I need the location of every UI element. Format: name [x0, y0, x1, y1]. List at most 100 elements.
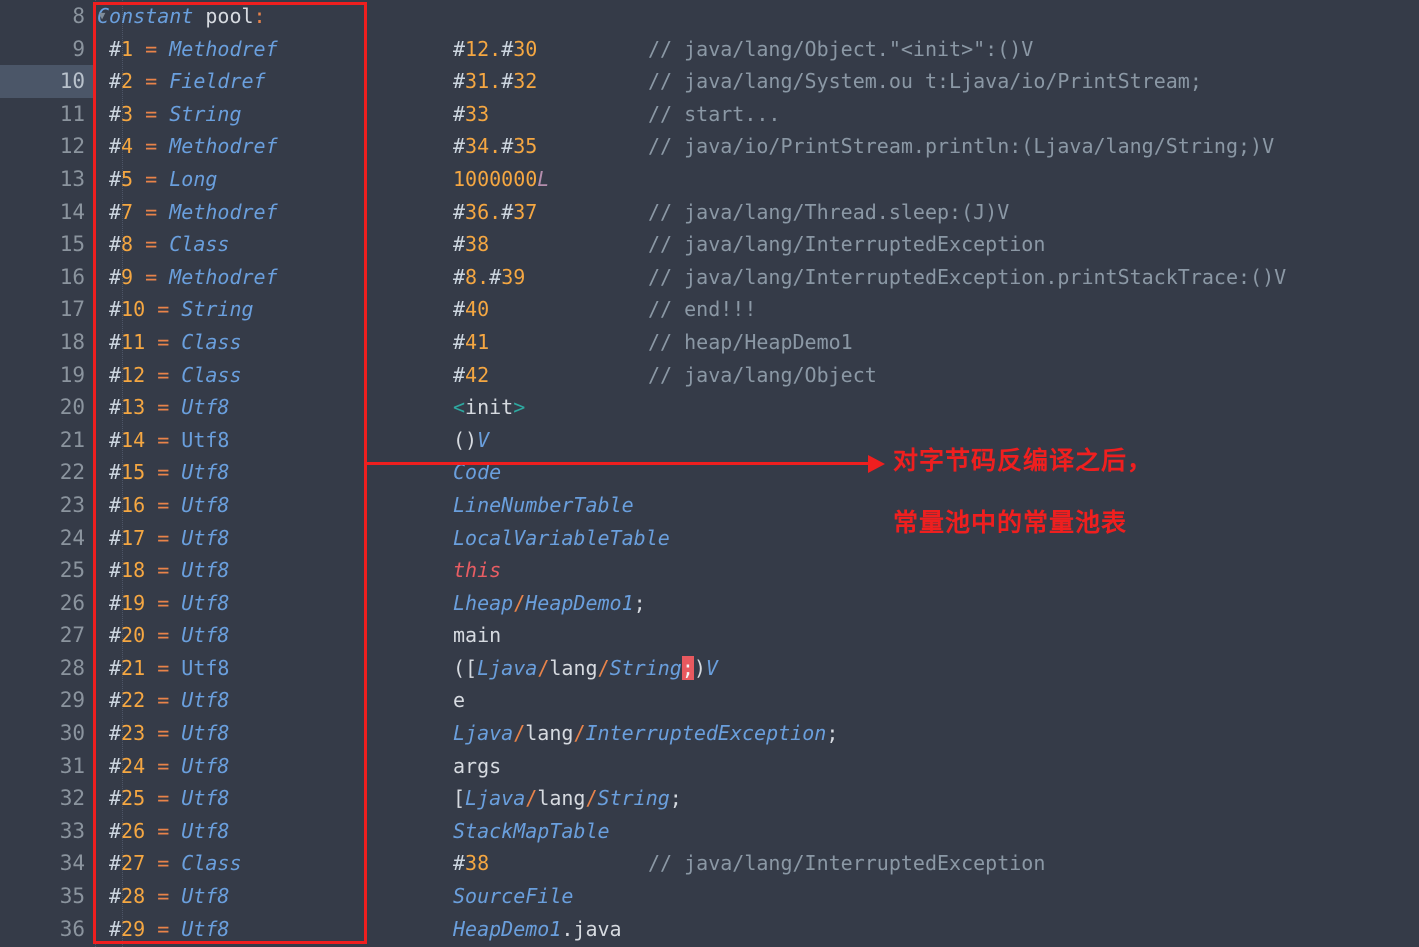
- pool-value: this: [453, 558, 502, 583]
- line-number-25[interactable]: 25: [0, 554, 93, 587]
- pool-value: ()V: [453, 427, 490, 452]
- line-number-26[interactable]: 26: [0, 587, 93, 620]
- line-number-gutter[interactable]: 8 ▼ 9 10 11 12 13 14 15 16 17 18 19 20 21 22 23 24 25 26 27 2…: [0, 0, 105, 947]
- annotation-line-2: 常量池中的常量池表: [893, 508, 1128, 537]
- code-line-27[interactable]: #20 = Utf8 main: [93, 619, 1419, 652]
- line-number-27[interactable]: 27: [0, 619, 93, 652]
- chinese-annotation: 对字节码反编译之后， 常量池中的常量池表: [893, 430, 1153, 554]
- code-content[interactable]: Constant pool: #1 = Methodref #12.#30 // ja…: [93, 0, 1419, 947]
- code-line-34[interactable]: #27 = Class #38 // java/lang/InterruptedEx…: [93, 847, 1419, 880]
- pool-entry: #22 = Utf8: [109, 688, 230, 713]
- code-line-20[interactable]: #13 = Utf8 <init>: [93, 391, 1419, 424]
- code-line-30[interactable]: #23 = Utf8 Ljava/lang/InterruptedExceptio…: [93, 717, 1419, 750]
- code-line-13[interactable]: #5 = Long 1000000L: [93, 163, 1419, 196]
- code-line-33[interactable]: #26 = Utf8 StackMapTable: [93, 815, 1419, 848]
- line-number-36[interactable]: 36: [0, 913, 93, 946]
- code-line-26[interactable]: #19 = Utf8 Lheap/HeapDemo1;: [93, 587, 1419, 620]
- pool-entry: #8 = Class: [109, 232, 230, 257]
- constant-pool-header: Constant pool:: [97, 4, 266, 28]
- pool-entry: #21 = Utf8: [109, 655, 230, 680]
- code-line-21[interactable]: #14 = Utf8 ()V: [93, 424, 1419, 457]
- fold-caret-icon[interactable]: ▼: [95, 0, 109, 33]
- code-line-11[interactable]: #3 = String #33 // start...: [93, 98, 1419, 131]
- pool-comment: // java/lang/InterruptedException.printS…: [648, 264, 1287, 289]
- code-line-32[interactable]: #25 = Utf8 [Ljava/lang/String;: [93, 782, 1419, 815]
- line-number-30[interactable]: 30: [0, 717, 93, 750]
- line-number-12[interactable]: 12: [0, 130, 93, 163]
- line-number-17[interactable]: 17: [0, 293, 93, 326]
- pool-value: args: [453, 753, 502, 778]
- code-line-25[interactable]: #18 = Utf8 this: [93, 554, 1419, 587]
- pool-entry: #28 = Utf8: [109, 884, 230, 909]
- line-number-35[interactable]: 35: [0, 880, 93, 913]
- line-number-13[interactable]: 13: [0, 163, 93, 196]
- line-number-8[interactable]: 8 ▼: [0, 0, 105, 33]
- pool-comment: // start...: [648, 101, 781, 126]
- code-line-12[interactable]: #4 = Methodref #34.#35 // java/io/PrintStr…: [93, 130, 1419, 163]
- pool-entry: #3 = String: [109, 101, 242, 126]
- pool-value: LineNumberTable: [453, 492, 634, 517]
- line-number-29[interactable]: 29: [0, 684, 93, 717]
- code-line-35[interactable]: #28 = Utf8 SourceFile: [93, 880, 1419, 913]
- code-line-24[interactable]: #17 = Utf8 LocalVariableTable: [93, 522, 1419, 555]
- pool-value: [Ljava/lang/String;: [453, 786, 682, 811]
- code-line-28[interactable]: #21 = Utf8 ([Ljava/lang/String;)V: [93, 652, 1419, 685]
- pool-entry: #18 = Utf8: [109, 558, 230, 583]
- pool-entry: #24 = Utf8: [109, 753, 230, 778]
- line-number-18[interactable]: 18: [0, 326, 93, 359]
- pool-value: #8.#39: [453, 264, 526, 289]
- line-number-22[interactable]: 22: [0, 456, 93, 489]
- line-number-11[interactable]: 11: [0, 98, 93, 131]
- pool-value: 1000000L: [453, 166, 550, 191]
- pool-value: #34.#35: [453, 134, 538, 159]
- pool-value: #33: [453, 101, 490, 126]
- annotation-line-1: 对字节码反编译之后，: [893, 446, 1154, 475]
- line-number-23[interactable]: 23: [0, 489, 93, 522]
- pool-comment: // java/lang/Thread.sleep:(J)V: [648, 199, 1010, 224]
- line-number-20[interactable]: 20: [0, 391, 93, 424]
- line-number-15[interactable]: 15: [0, 228, 93, 261]
- line-number-28[interactable]: 28: [0, 652, 93, 685]
- pool-value: LocalVariableTable: [453, 525, 670, 550]
- line-number-32[interactable]: 32: [0, 782, 93, 815]
- pool-value: #40: [453, 297, 490, 322]
- line-number-14[interactable]: 14: [0, 196, 93, 229]
- pool-entry: #5 = Long: [109, 166, 218, 191]
- code-line-36[interactable]: #29 = Utf8 HeapDemo1.java: [93, 913, 1419, 946]
- code-line-23[interactable]: #16 = Utf8 LineNumberTable: [93, 489, 1419, 522]
- annotation-arrow-line: [367, 462, 875, 465]
- code-line-10[interactable]: #2 = Fieldref #31.#32 // java/lang/System.…: [93, 65, 1419, 98]
- pool-value: #42: [453, 362, 490, 387]
- line-number-16[interactable]: 16: [0, 261, 93, 294]
- line-number-34[interactable]: 34: [0, 847, 93, 880]
- code-editor[interactable]: 8 ▼ 9 10 11 12 13 14 15 16 17 18 19 20 21 22 23 24 25 26 27 2…: [0, 0, 1419, 947]
- line-number-19[interactable]: 19: [0, 359, 93, 392]
- pool-entry: #23 = Utf8: [109, 721, 230, 746]
- code-line-19[interactable]: #12 = Class #42 // java/lang/Object: [93, 359, 1419, 392]
- code-line-14[interactable]: #7 = Methodref #36.#37 // java/lang/Thread…: [93, 196, 1419, 229]
- code-line-8[interactable]: Constant pool:: [93, 0, 1419, 33]
- code-line-15[interactable]: #8 = Class #38 // java/lang/InterruptedExc…: [93, 228, 1419, 261]
- pool-entry: #27 = Class: [109, 851, 242, 876]
- pool-value: #41: [453, 329, 490, 354]
- pool-entry: #4 = Methodref: [109, 134, 278, 159]
- line-number-33[interactable]: 33: [0, 815, 93, 848]
- pool-value: #38: [453, 232, 490, 257]
- pool-entry: #7 = Methodref: [109, 199, 278, 224]
- pool-entry: #11 = Class: [109, 329, 242, 354]
- line-number-10[interactable]: 10: [0, 65, 93, 98]
- line-number-24[interactable]: 24: [0, 522, 93, 555]
- pool-value: SourceFile: [453, 884, 574, 909]
- pool-value: #38: [453, 851, 490, 876]
- line-number-21[interactable]: 21: [0, 424, 93, 457]
- line-number-9[interactable]: 9: [0, 33, 93, 66]
- code-line-18[interactable]: #11 = Class #41 // heap/HeapDemo1: [93, 326, 1419, 359]
- line-number-31[interactable]: 31: [0, 750, 93, 783]
- pool-comment: // java/lang/System.ou t:Ljava/io/PrintS…: [648, 69, 1202, 94]
- code-line-9[interactable]: #1 = Methodref #12.#30 // java/lang/Object…: [93, 33, 1419, 66]
- pool-comment: // java/lang/InterruptedException: [648, 232, 1046, 257]
- code-line-31[interactable]: #24 = Utf8 args: [93, 750, 1419, 783]
- code-line-29[interactable]: #22 = Utf8 e: [93, 684, 1419, 717]
- code-line-17[interactable]: #10 = String #40 // end!!!: [93, 293, 1419, 326]
- code-line-16[interactable]: #9 = Methodref #8.#39 // java/lang/Interru…: [93, 261, 1419, 294]
